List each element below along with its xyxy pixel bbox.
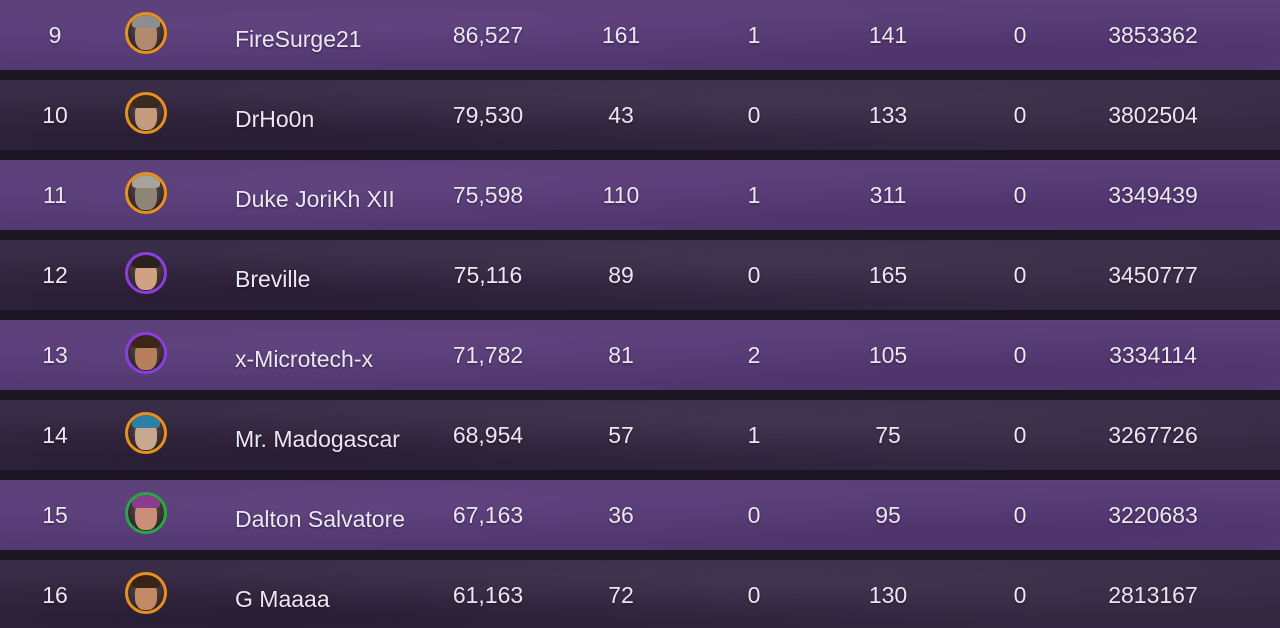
stat-d-cell: 0 (1013, 422, 1027, 448)
player-name[interactable]: FireSurge21 (235, 0, 435, 70)
player-name[interactable]: Dalton Salvatore (235, 480, 435, 550)
avatar-hair (132, 175, 160, 188)
avatar-hair (132, 575, 160, 588)
avatar-hair (132, 95, 160, 108)
stat-a-cell: 72 (608, 582, 634, 608)
table-row[interactable]: 15 Dalton Salvatore 67,163 36 0 95 0 3220683 (0, 480, 1280, 550)
stat-d-cell: 0 (1013, 102, 1027, 128)
rank-cell: 15 (42, 502, 68, 528)
stat-b-cell: 1 (747, 182, 761, 208)
stat-a-cell: 161 (601, 22, 641, 48)
stat-d-cell: 0 (1013, 502, 1027, 528)
avatar-hair (132, 335, 160, 348)
table-row[interactable]: 12 Breville 75,116 89 0 165 0 3450777 (0, 240, 1280, 310)
leaderboard: 9 FireSurge21 86,527 161 1 141 0 3853362 10 DrHo0… (0, 0, 1280, 628)
table-row[interactable]: 13 x-Microtech-x 71,782 81 2 105 0 3334114 (0, 320, 1280, 390)
score-cell: 79,530 (452, 102, 524, 128)
rank-cell: 10 (42, 102, 68, 128)
stat-d-cell: 0 (1013, 182, 1027, 208)
stat-c-cell: 75 (875, 422, 901, 448)
table-row[interactable]: 14 Mr. Madogascar 68,954 57 1 75 0 3267726 (0, 400, 1280, 470)
total-cell: 3802504 (1108, 102, 1198, 128)
player-avatar-icon[interactable] (125, 492, 167, 534)
player-name[interactable]: DrHo0n (235, 80, 435, 150)
stat-d-cell: 0 (1013, 262, 1027, 288)
stat-c-cell: 165 (868, 262, 908, 288)
player-name[interactable]: Mr. Madogascar (235, 400, 435, 470)
stat-b-cell: 0 (747, 262, 761, 288)
table-row[interactable]: 11 Duke JoriKh XII 75,598 110 1 311 0 3349439 (0, 160, 1280, 230)
avatar-hair (132, 15, 160, 28)
player-avatar-icon[interactable] (125, 412, 167, 454)
score-cell: 75,598 (452, 182, 524, 208)
stat-a-cell: 57 (608, 422, 634, 448)
stat-d-cell: 0 (1013, 342, 1027, 368)
table-row[interactable]: 9 FireSurge21 86,527 161 1 141 0 3853362 (0, 0, 1280, 70)
total-cell: 2813167 (1108, 582, 1198, 608)
player-avatar-icon[interactable] (125, 252, 167, 294)
stat-c-cell: 130 (868, 582, 908, 608)
player-avatar-icon[interactable] (125, 92, 167, 134)
total-cell: 3220683 (1108, 502, 1198, 528)
stat-c-cell: 141 (868, 22, 908, 48)
score-cell: 68,954 (452, 422, 524, 448)
rank-cell: 13 (42, 342, 68, 368)
player-avatar-icon[interactable] (125, 12, 167, 54)
stat-a-cell: 43 (608, 102, 634, 128)
stat-d-cell: 0 (1013, 22, 1027, 48)
total-cell: 3450777 (1108, 262, 1198, 288)
avatar-hair (132, 255, 160, 268)
rank-cell: 9 (48, 22, 62, 48)
stat-b-cell: 1 (747, 22, 761, 48)
rank-cell: 16 (42, 582, 68, 608)
table-row[interactable]: 16 G Maaaa 61,163 72 0 130 0 2813167 (0, 560, 1280, 628)
stat-b-cell: 1 (747, 422, 761, 448)
stat-a-cell: 110 (602, 182, 640, 208)
stat-b-cell: 0 (747, 502, 761, 528)
player-name[interactable]: Breville (235, 240, 435, 310)
table-row[interactable]: 10 DrHo0n 79,530 43 0 133 0 3802504 (0, 80, 1280, 150)
score-cell: 61,163 (452, 582, 524, 608)
stat-c-cell: 311 (869, 182, 907, 208)
score-cell: 86,527 (452, 22, 524, 48)
stat-b-cell: 0 (747, 102, 761, 128)
total-cell: 3853362 (1108, 22, 1198, 48)
avatar-hair (132, 495, 160, 508)
stat-a-cell: 89 (608, 262, 634, 288)
avatar-hair (132, 415, 160, 428)
player-name[interactable]: G Maaaa (235, 560, 435, 628)
score-cell: 75,116 (453, 262, 523, 288)
stat-c-cell: 105 (868, 342, 908, 368)
player-name[interactable]: Duke JoriKh XII (235, 160, 435, 230)
stat-a-cell: 36 (608, 502, 634, 528)
stat-c-cell: 95 (875, 502, 901, 528)
rank-cell: 12 (42, 262, 68, 288)
player-avatar-icon[interactable] (125, 572, 167, 614)
player-avatar-icon[interactable] (125, 332, 167, 374)
player-avatar-icon[interactable] (125, 172, 167, 214)
stat-b-cell: 0 (747, 582, 761, 608)
score-cell: 71,782 (452, 342, 524, 368)
rank-cell: 14 (42, 422, 68, 448)
stat-c-cell: 133 (868, 102, 908, 128)
total-cell: 3349439 (1108, 182, 1198, 208)
total-cell: 3334114 (1109, 342, 1197, 368)
total-cell: 3267726 (1108, 422, 1198, 448)
score-cell: 67,163 (452, 502, 524, 528)
rank-cell: 11 (43, 182, 67, 208)
stat-b-cell: 2 (747, 342, 761, 368)
player-name[interactable]: x-Microtech-x (235, 320, 435, 390)
stat-d-cell: 0 (1013, 582, 1027, 608)
stat-a-cell: 81 (608, 342, 634, 368)
